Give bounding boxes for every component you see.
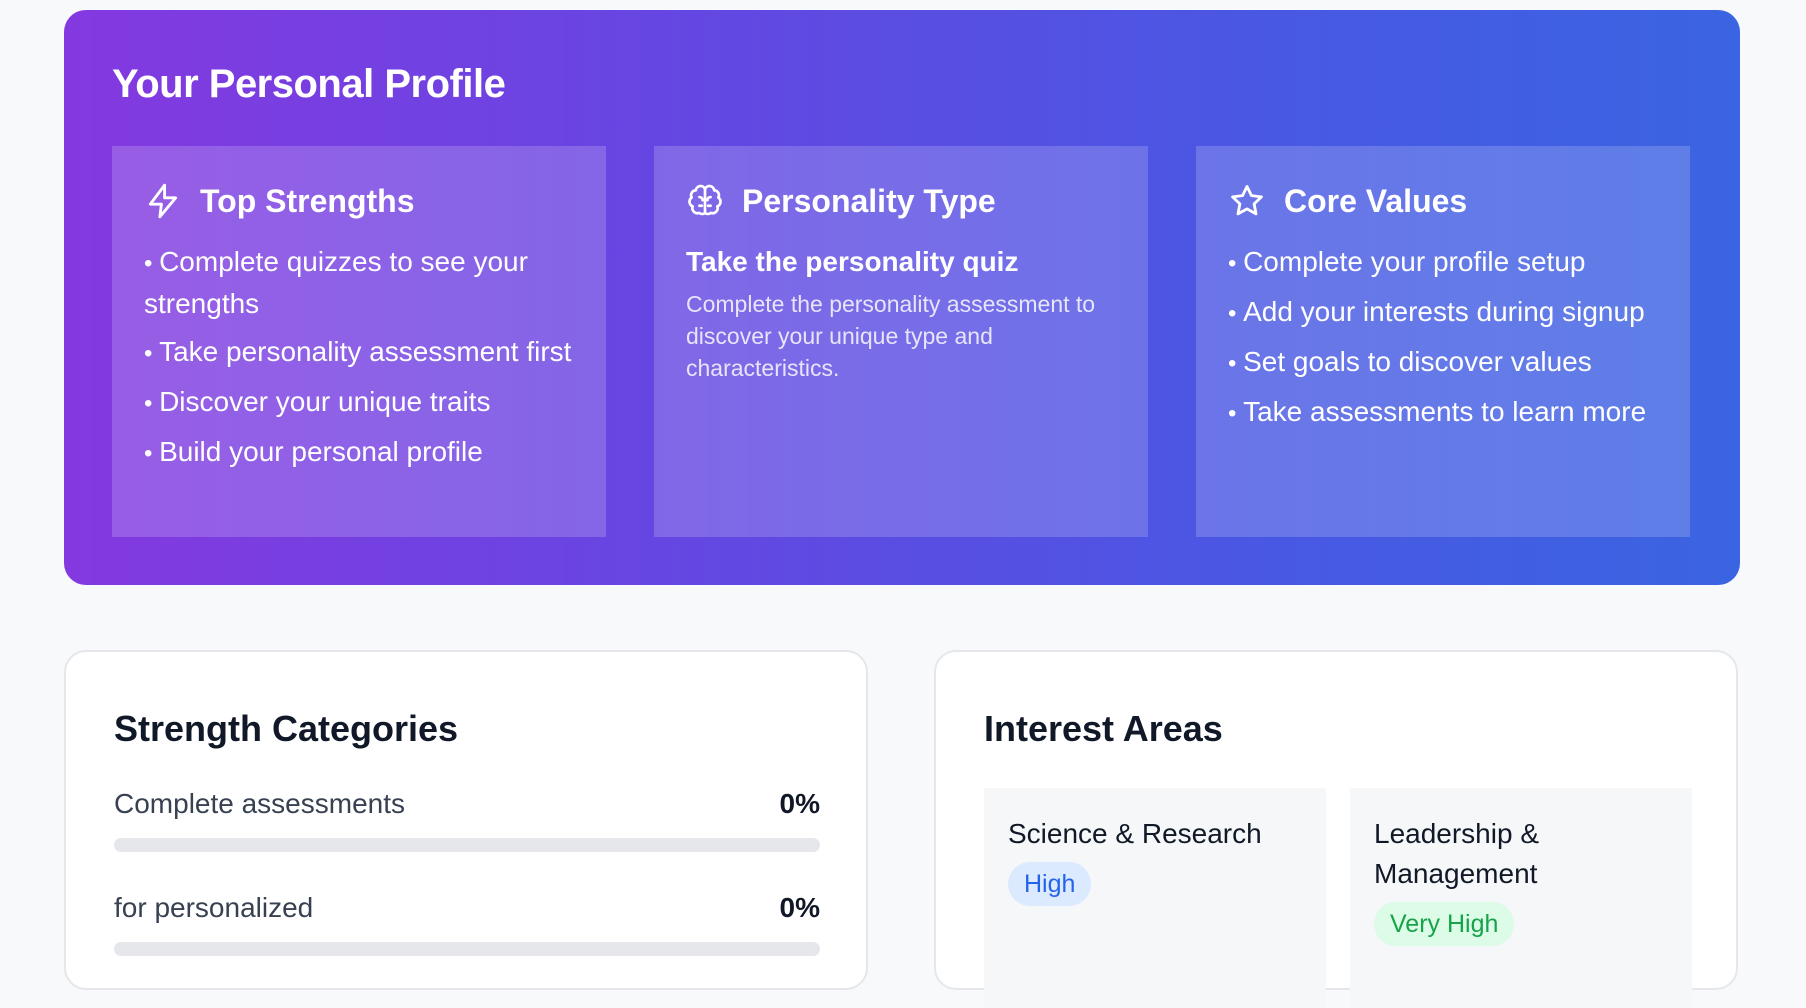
interest-level-badge: High xyxy=(1008,862,1092,906)
personality-type-card[interactable]: Personality Type Take the personality qu… xyxy=(654,146,1148,537)
progress-track xyxy=(114,942,820,956)
strength-label: Complete assessments xyxy=(114,788,406,819)
lightning-icon xyxy=(148,183,178,219)
interest-level-badge: Very High xyxy=(1374,902,1515,946)
top-strengths-header: Top Strengths xyxy=(144,182,574,220)
progress-track xyxy=(114,838,820,852)
interest-areas-panel: Interest Areas Science & Research High L… xyxy=(934,650,1738,1008)
core-values-list: Complete your profile setup Add your int… xyxy=(1228,242,1658,434)
interest-areas-title: Interest Areas xyxy=(984,708,1223,749)
top-strengths-title: Top Strengths xyxy=(200,182,415,219)
list-item: Build your personal profile xyxy=(144,432,574,474)
interest-name: Leadership & Management xyxy=(1374,818,1540,889)
list-item: Take personality assessment first xyxy=(144,332,574,374)
hero-cards: Top Strengths Complete quizzes to see yo… xyxy=(112,146,1690,537)
core-values-card: Core Values Complete your profile setup … xyxy=(1196,146,1690,537)
strength-row-header: for personalized 0% xyxy=(114,892,820,924)
strength-label: for personalized xyxy=(114,892,314,923)
brain-icon xyxy=(688,184,722,216)
interest-card-science[interactable]: Science & Research High xyxy=(984,788,1326,1008)
core-values-header: Core Values xyxy=(1228,182,1658,220)
list-item: Take assessments to learn more xyxy=(1228,392,1658,434)
top-strengths-list: Complete quizzes to see your strengths T… xyxy=(144,242,574,474)
strength-percent: 0% xyxy=(779,892,820,923)
personality-quiz-link[interactable]: Take the personality quiz xyxy=(686,242,1116,282)
star-icon xyxy=(1231,185,1263,216)
top-strengths-card: Top Strengths Complete quizzes to see yo… xyxy=(112,146,606,537)
interest-grid: Science & Research High Leadership & Man… xyxy=(984,788,1692,1008)
personality-type-title: Personality Type xyxy=(742,182,996,219)
list-item: Add your interests during signup xyxy=(1228,292,1658,334)
interest-name: Science & Research xyxy=(1008,818,1262,849)
strength-percent: 0% xyxy=(779,788,820,819)
list-item: Complete quizzes to see your strengths xyxy=(144,242,574,324)
personality-description: Complete the personality assessment to d… xyxy=(686,291,1096,381)
strength-row: Complete assessments 0% xyxy=(114,788,820,852)
list-item: Complete your profile setup xyxy=(1228,242,1658,284)
personality-type-header: Personality Type xyxy=(686,182,1116,220)
strength-row-header: Complete assessments 0% xyxy=(114,788,820,820)
strength-row: for personalized 0% xyxy=(114,892,820,956)
interest-card-leadership[interactable]: Leadership & Management Very High xyxy=(1350,788,1692,1008)
hero-title: Your Personal Profile xyxy=(112,62,506,106)
list-item: Set goals to discover values xyxy=(1228,342,1658,384)
personal-profile-hero: Your Personal Profile Top Strengths Comp… xyxy=(64,10,1740,585)
strength-categories-panel: Strength Categories Complete assessments… xyxy=(64,650,868,990)
core-values-title: Core Values xyxy=(1284,182,1468,219)
list-item: Discover your unique traits xyxy=(144,382,574,424)
strength-categories-title: Strength Categories xyxy=(114,708,459,749)
